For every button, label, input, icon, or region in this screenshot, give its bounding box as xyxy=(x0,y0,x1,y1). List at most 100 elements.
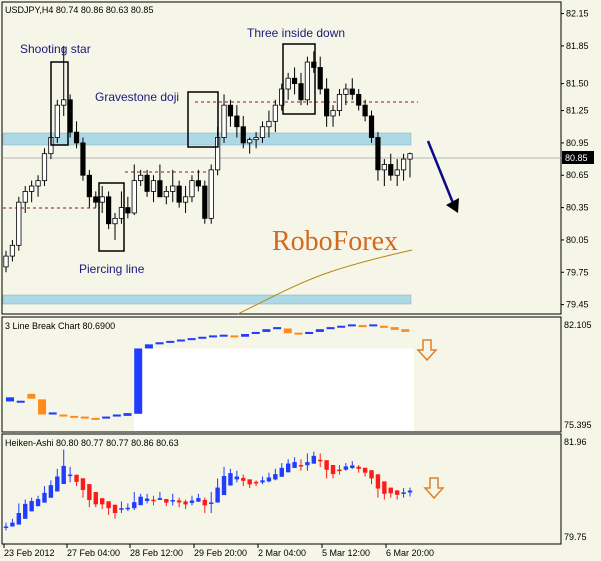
time-tick-label: 2 Mar 04:00 xyxy=(258,548,306,558)
line-break-brick xyxy=(187,338,196,341)
line-break-brick xyxy=(347,324,356,327)
price-tick-label: 82.15 xyxy=(566,9,589,19)
line-break-brick xyxy=(369,324,378,327)
time-tick-label: 6 Mar 20:00 xyxy=(386,548,434,558)
candle-body xyxy=(253,137,259,141)
candle-body xyxy=(35,180,41,187)
ha-body xyxy=(55,476,60,492)
ha-body xyxy=(350,465,355,469)
line-break-brick xyxy=(6,397,14,402)
candle-body xyxy=(150,180,157,192)
resistance-zone xyxy=(2,132,412,146)
line-break-brick xyxy=(80,416,89,419)
ha-body xyxy=(266,477,272,482)
ha-body xyxy=(202,499,207,506)
line-break-brick xyxy=(262,329,271,332)
candle-body xyxy=(99,196,105,203)
candle-body xyxy=(29,185,35,192)
time-tick-label: 5 Mar 12:00 xyxy=(322,548,370,558)
candle-body xyxy=(163,191,169,198)
time-tick-label: 29 Feb 20:00 xyxy=(194,548,247,558)
ha-body xyxy=(74,474,79,482)
candle-body xyxy=(298,83,304,101)
candle-body xyxy=(86,174,92,198)
candle-body xyxy=(240,126,246,144)
label-three-inside-down: Three inside down xyxy=(247,26,345,40)
ha-body xyxy=(343,466,349,470)
ha-body xyxy=(305,462,310,466)
line-break-brick xyxy=(358,325,367,328)
ha-body xyxy=(318,459,323,462)
line-break-brick xyxy=(305,331,314,335)
ha-body xyxy=(215,487,220,503)
ha-body xyxy=(189,500,195,503)
candle-body xyxy=(61,99,67,106)
candle-body xyxy=(9,244,16,257)
ha-body xyxy=(196,498,201,502)
ha-body xyxy=(209,502,214,504)
heiken-ashi-tick-top: 81.96 xyxy=(564,437,587,447)
roboforex-watermark: RoboForex xyxy=(272,226,398,257)
candle-body xyxy=(259,126,266,138)
ha-body xyxy=(221,476,227,496)
line-break-brick xyxy=(283,328,292,334)
ha-body xyxy=(10,522,15,527)
ha-body xyxy=(388,487,393,494)
line-break-brick xyxy=(155,342,164,345)
ha-body xyxy=(285,463,291,473)
line-break-tick-bottom: 75.395 xyxy=(564,420,592,430)
candle-body xyxy=(272,104,278,122)
line-break-brick xyxy=(102,416,111,419)
ha-body xyxy=(106,501,111,509)
line-break-brick xyxy=(198,336,207,339)
candle-body xyxy=(324,88,330,117)
candle-body xyxy=(343,88,349,95)
ha-body xyxy=(279,467,284,477)
ha-body xyxy=(99,498,105,505)
ha-body xyxy=(394,490,400,495)
line-break-brick xyxy=(241,334,250,337)
candle-body xyxy=(118,207,125,219)
main-chart-title: USDJPY,H4 80.74 80.86 80.63 80.85 xyxy=(5,5,153,15)
ha-body xyxy=(337,469,342,472)
line-break-fill xyxy=(134,348,414,431)
candle-body xyxy=(195,180,201,187)
ha-body xyxy=(61,465,66,484)
ha-body xyxy=(138,496,143,506)
line-break-brick xyxy=(390,327,399,330)
candle-body xyxy=(112,217,118,225)
ha-body xyxy=(234,476,240,480)
ha-body xyxy=(260,480,265,483)
price-tick-label: 80.35 xyxy=(566,203,589,213)
ha-body xyxy=(164,499,169,503)
candle-body xyxy=(131,180,137,214)
line-break-brick xyxy=(91,417,100,420)
ha-body xyxy=(292,462,297,468)
candle-body xyxy=(234,115,240,128)
price-tick-label: 80.95 xyxy=(566,138,589,148)
label-gravestone-doji: Gravestone doji xyxy=(95,90,179,104)
ha-body xyxy=(29,501,34,512)
line-break-brick xyxy=(27,393,36,399)
line-break-brick xyxy=(38,399,47,415)
label-piercing-line: Piercing line xyxy=(79,262,145,276)
line-break-tick-top: 82.105 xyxy=(564,320,592,330)
candle-body xyxy=(182,196,189,203)
ha-body xyxy=(67,474,73,477)
line-break-brick xyxy=(112,414,121,417)
heiken-ashi-pane xyxy=(1,433,562,545)
ha-body xyxy=(125,507,131,510)
line-break-brick xyxy=(134,348,143,414)
ha-body xyxy=(112,504,118,514)
heiken-ashi-tick-bottom: 79.75 xyxy=(564,532,587,542)
line-break-brick xyxy=(337,325,346,328)
candle-body xyxy=(22,191,28,203)
candle-body xyxy=(407,153,413,160)
candle-body xyxy=(54,104,60,138)
chart-canvas: USDJPY,H4 80.74 80.86 80.63 80.85 Shooti… xyxy=(1,1,594,558)
price-tick-label: 80.05 xyxy=(566,235,589,245)
line-break-brick xyxy=(230,335,239,338)
candle-body xyxy=(221,104,227,138)
candle-body xyxy=(106,196,112,225)
line-break-brick xyxy=(326,327,335,330)
